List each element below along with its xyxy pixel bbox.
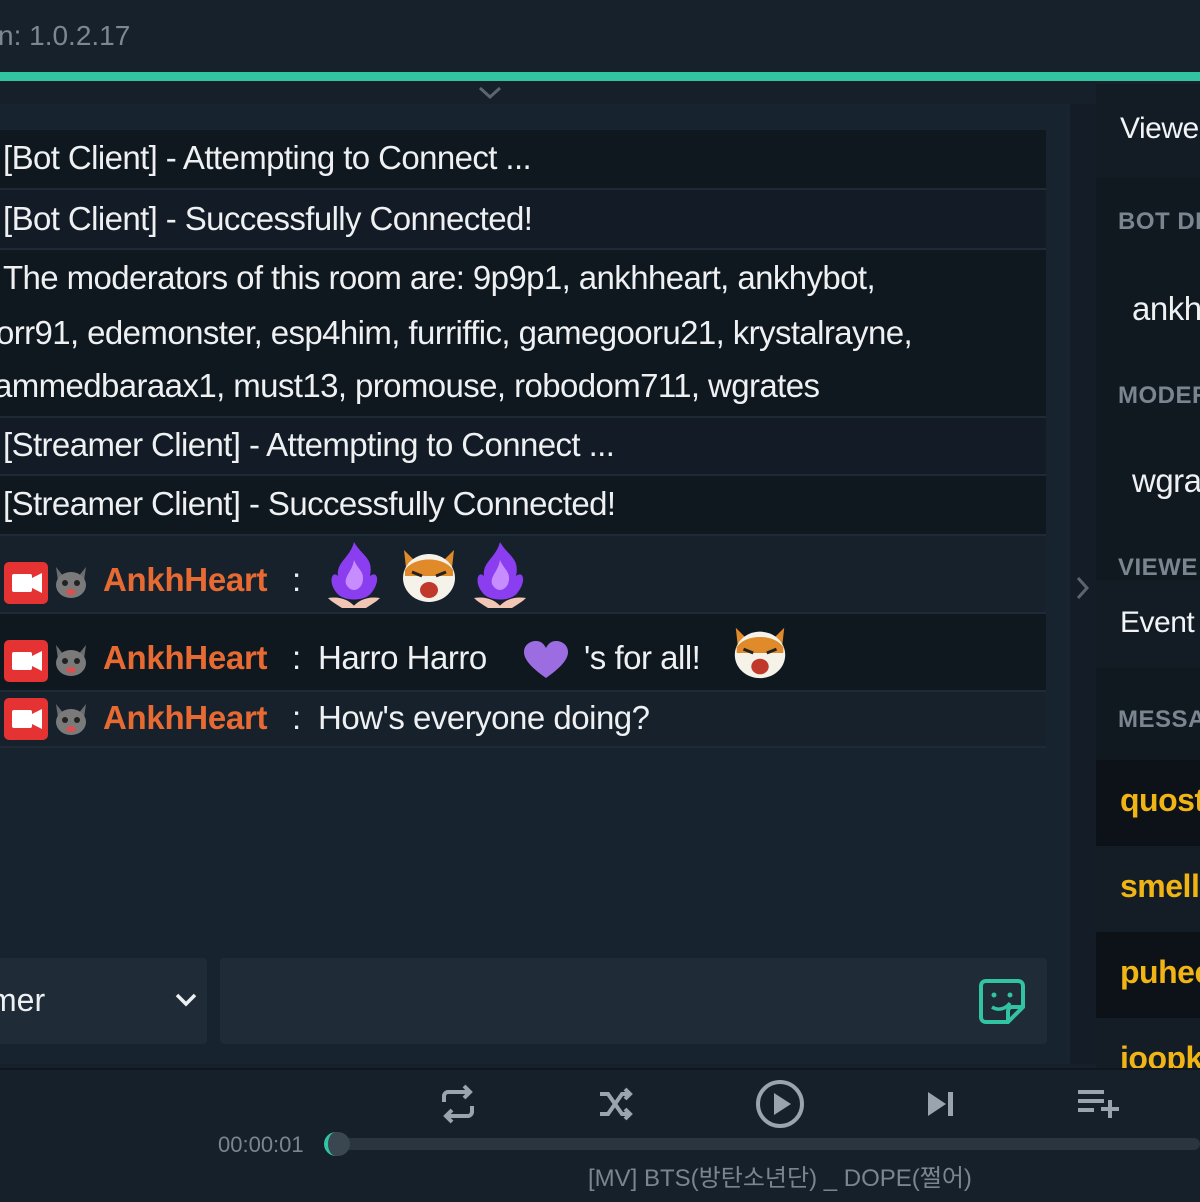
events-tab[interactable]: Event — [1096, 580, 1200, 668]
elapsed-time: 00:00:01 — [218, 1132, 304, 1157]
system-message: [Bot Client] - Successfully Connected! — [0, 190, 1046, 250]
chat-message-row: AnkhHeart : Harro Harro 's for all! — [0, 614, 1046, 692]
camera-badge-icon — [4, 562, 48, 604]
version-label: n: 1.0.2.17 — [0, 20, 131, 51]
cat-avatar-icon — [56, 704, 86, 735]
chat-username[interactable]: AnkhHeart — [103, 561, 267, 599]
repeat-icon[interactable] — [436, 1082, 480, 1126]
moderators-line: The moderators of this room are: 9p9p1, … — [3, 259, 876, 296]
message-user-row[interactable]: puhee — [1096, 932, 1200, 1018]
bot-name[interactable]: ankh — [1132, 290, 1200, 328]
bot-section-header: BOT DE — [1118, 208, 1200, 235]
cat-laugh-emote-icon — [403, 550, 455, 602]
track-title: [MV] BTS(방탄소년단) _ DOPE(쩔어) — [588, 1165, 972, 1192]
message-user-row[interactable]: ioopk — [1096, 1018, 1200, 1068]
chevron-down-icon — [175, 993, 197, 1007]
purple-fire-hands-emote-icon — [474, 542, 526, 608]
username-separator: : — [292, 699, 302, 736]
add-to-queue-icon[interactable] — [1076, 1086, 1124, 1122]
messages-section-header: MESSA — [1118, 706, 1200, 733]
accent-divider — [0, 72, 1200, 81]
chat-as-select[interactable]: mer — [0, 958, 207, 1044]
chat-message-row: AnkhHeart : — [0, 536, 1046, 614]
moderator-name[interactable]: wgra — [1132, 462, 1200, 500]
chat-as-selected-value: mer — [0, 982, 46, 1018]
viewers-tab[interactable]: Viewe — [1096, 84, 1200, 178]
cat-avatar-icon — [56, 567, 86, 598]
username-separator: : — [292, 561, 302, 598]
chat-message-input[interactable] — [220, 958, 1047, 1044]
play-icon[interactable] — [754, 1078, 806, 1130]
title-bar: n: 1.0.2.17 — [0, 0, 1200, 72]
moderators-line: orr91, edemonster, esp4him, furriffic, g… — [0, 314, 913, 351]
chat-message-row: AnkhHeart : How's everyone doing? — [0, 692, 1046, 748]
shuffle-icon[interactable] — [596, 1084, 636, 1124]
purple-heart-emote-icon — [524, 641, 568, 678]
system-message: [Streamer Client] - Attempting to Connec… — [0, 418, 1046, 476]
chat-message-text: 's for all! — [584, 639, 701, 676]
camera-badge-icon — [4, 698, 48, 740]
moderators-line: ammedbaraax1, must13, promouse, robodom7… — [0, 367, 820, 404]
chat-message-text: How's everyone doing? — [318, 699, 650, 736]
collapse-chevron-icon[interactable] — [476, 84, 504, 102]
progress-bar[interactable] — [330, 1138, 1200, 1150]
message-user-row[interactable]: quost — [1096, 760, 1200, 846]
system-message-moderators: The moderators of this room are: 9p9p1, … — [0, 250, 1046, 418]
chat-message-text: Harro Harro — [318, 639, 487, 676]
progress-handle[interactable] — [324, 1132, 350, 1156]
message-user-row[interactable]: smell — [1096, 846, 1200, 932]
system-message: [Bot Client] - Attempting to Connect ... — [0, 130, 1046, 190]
chat-username[interactable]: AnkhHeart — [103, 639, 267, 677]
chat-username[interactable]: AnkhHeart — [103, 699, 267, 737]
cat-laugh-emote-icon — [734, 627, 786, 679]
system-message: [Streamer Client] - Successfully Connect… — [0, 476, 1046, 536]
purple-fire-hands-emote-icon — [328, 542, 380, 608]
right-sidebar: Viewe BOT DE ankh MODER wgra VIEWE Event… — [1096, 84, 1200, 1068]
expand-panel-chevron-icon[interactable] — [1073, 574, 1093, 602]
moderators-section-header: MODER — [1118, 382, 1200, 409]
username-separator: : — [292, 639, 302, 676]
skip-next-icon[interactable] — [922, 1086, 958, 1122]
viewers-section-header: VIEWE — [1118, 554, 1198, 581]
camera-badge-icon — [4, 640, 48, 682]
cat-avatar-icon — [56, 645, 86, 676]
emoji-picker-icon[interactable] — [976, 975, 1028, 1027]
